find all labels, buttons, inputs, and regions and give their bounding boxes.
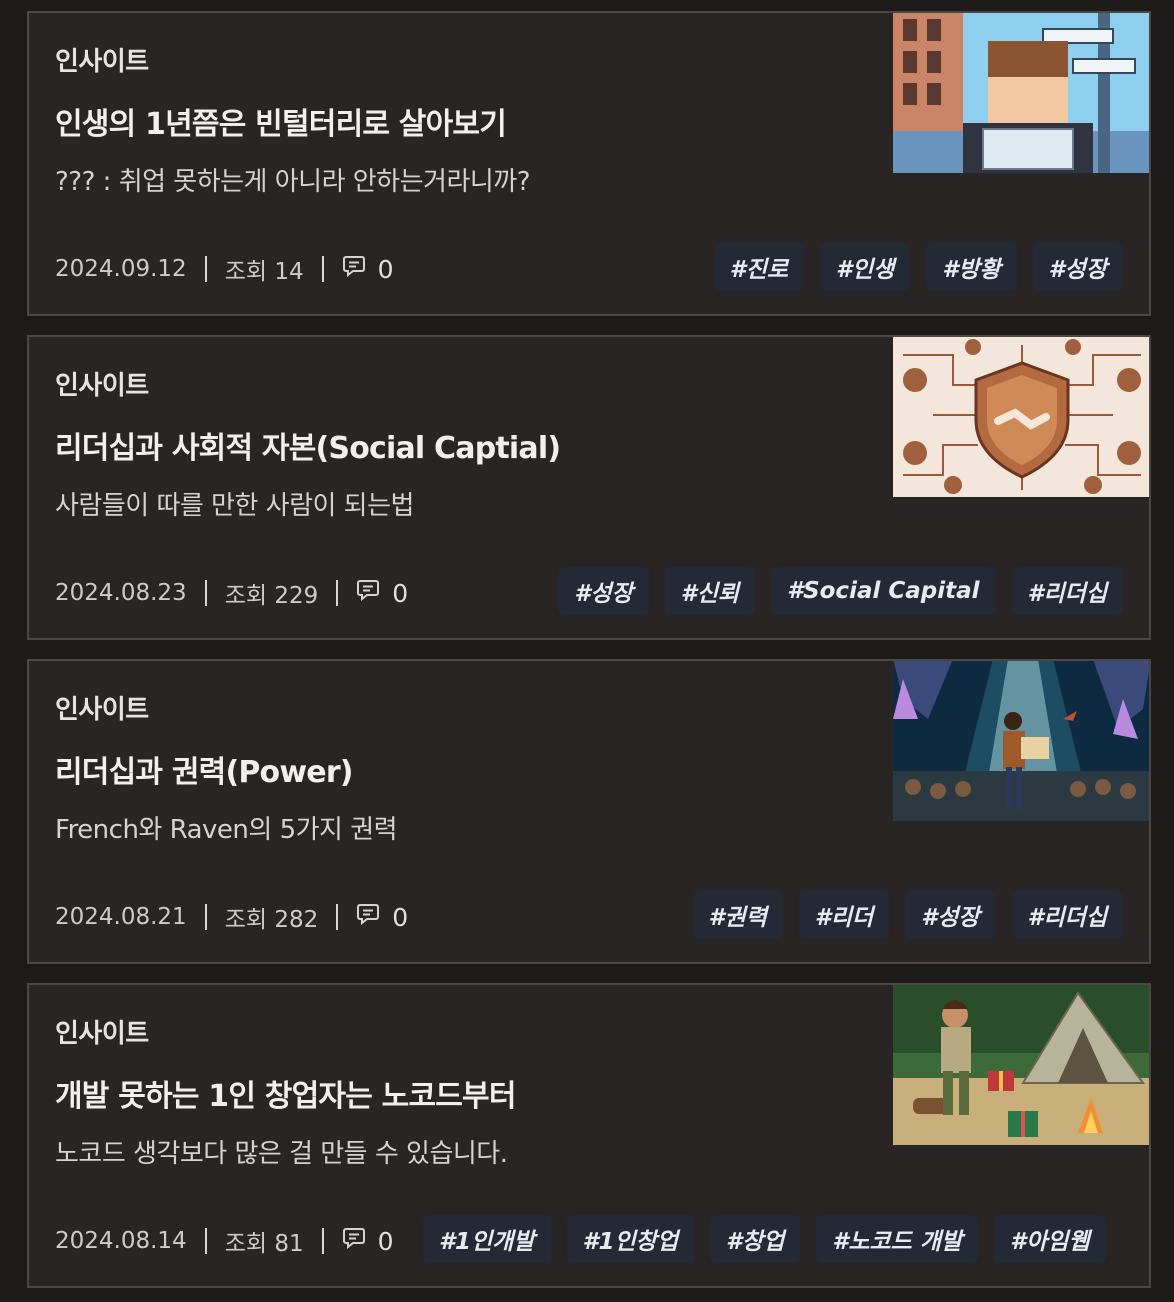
meta-divider <box>204 904 207 930</box>
comment-icon <box>356 579 380 607</box>
post-title[interactable]: 인생의 1년쯤은 빈털터리로 살아보기 <box>55 99 507 143</box>
post-category: 인사이트 <box>55 47 149 77</box>
meta-divider <box>321 256 324 282</box>
meta-divider <box>321 1228 324 1254</box>
tag[interactable]: #신뢰 <box>664 567 756 615</box>
comment-icon <box>342 1227 366 1255</box>
post-date: 2024.08.23 <box>55 580 187 606</box>
tag[interactable]: #진로 <box>713 243 805 291</box>
post-title[interactable]: 리더십과 사회적 자본(Social Captial) <box>55 423 561 467</box>
post-meta: 2024.08.21 조회 282 0 <box>55 899 408 935</box>
comment-count: 0 <box>377 254 394 284</box>
post-title[interactable]: 개발 못하는 1인 창업자는 노코드부터 <box>55 1071 516 1115</box>
post-card[interactable]: 인사이트 리더십과 권력(Power) French와 Raven의 5가지 권… <box>27 659 1151 964</box>
comment-icon <box>342 255 366 283</box>
post-summary: French와 Raven의 5가지 권력 <box>55 815 398 845</box>
tag[interactable]: #성장 <box>1032 243 1123 291</box>
comment-icon <box>356 903 380 931</box>
tag[interactable]: #아임웹 <box>994 1215 1106 1263</box>
tag[interactable]: #창업 <box>710 1215 801 1263</box>
tag-list: #1인개발 #1인창업 #창업 #노코드 개발 #아임웹 <box>423 1215 1106 1263</box>
post-date: 2024.09.12 <box>55 256 187 282</box>
meta-divider <box>204 580 207 606</box>
tag-list: #성장 #신뢰 #Social Capital #리더십 <box>558 567 1123 615</box>
post-summary: 노코드 생각보다 많은 걸 만들 수 있습니다. <box>55 1139 508 1169</box>
tag[interactable]: #리더 <box>798 891 890 939</box>
post-date: 2024.08.21 <box>55 904 187 930</box>
tag[interactable]: #노코드 개발 <box>816 1215 979 1263</box>
post-views: 조회 14 <box>224 259 304 285</box>
tag[interactable]: #방황 <box>926 243 1017 291</box>
post-thumbnail[interactable] <box>893 985 1149 1145</box>
tag[interactable]: #인생 <box>820 243 911 291</box>
post-thumbnail[interactable] <box>893 337 1149 497</box>
comment-count: 0 <box>392 902 409 932</box>
post-title[interactable]: 리더십과 권력(Power) <box>55 747 354 791</box>
tag[interactable]: #1인창업 <box>566 1215 694 1263</box>
meta-divider <box>204 256 207 282</box>
tag[interactable]: #1인개발 <box>423 1215 551 1263</box>
comment-count: 0 <box>377 1226 394 1256</box>
tag[interactable]: #Social Capital <box>771 567 996 615</box>
tag[interactable]: #성장 <box>558 567 649 615</box>
post-views: 조회 229 <box>224 583 319 609</box>
tag[interactable]: #리더십 <box>1011 567 1123 615</box>
post-date: 2024.08.14 <box>55 1228 187 1254</box>
post-card[interactable]: 인사이트 인생의 1년쯤은 빈털터리로 살아보기 ??? : 취업 못하는게 아… <box>27 11 1151 316</box>
meta-divider <box>336 580 339 606</box>
post-category: 인사이트 <box>55 371 149 401</box>
tag-list: #진로 #인생 #방황 #성장 <box>713 243 1123 291</box>
post-meta: 2024.08.23 조회 229 0 <box>55 575 408 611</box>
post-category: 인사이트 <box>55 695 149 725</box>
tag[interactable]: #성장 <box>905 891 996 939</box>
post-thumbnail[interactable] <box>893 661 1149 821</box>
meta-divider <box>204 1228 207 1254</box>
post-meta: 2024.08.14 조회 81 0 <box>55 1223 394 1259</box>
post-summary: 사람들이 따를 만한 사람이 되는법 <box>55 491 414 521</box>
post-summary: ??? : 취업 못하는게 아니라 안하는거라니까? <box>55 167 531 197</box>
post-meta: 2024.09.12 조회 14 0 <box>55 251 394 287</box>
comment-count: 0 <box>392 578 409 608</box>
post-card[interactable]: 인사이트 리더십과 사회적 자본(Social Captial) 사람들이 따를… <box>27 335 1151 640</box>
post-category: 인사이트 <box>55 1019 149 1049</box>
post-thumbnail[interactable] <box>893 13 1149 173</box>
post-views: 조회 81 <box>224 1231 304 1257</box>
post-card[interactable]: 인사이트 개발 못하는 1인 창업자는 노코드부터 노코드 생각보다 많은 걸 … <box>27 983 1151 1288</box>
tag[interactable]: #리더십 <box>1011 891 1123 939</box>
meta-divider <box>336 904 339 930</box>
post-views: 조회 282 <box>224 907 319 933</box>
tag-list: #권력 #리더 #성장 #리더십 <box>692 891 1123 939</box>
tag[interactable]: #권력 <box>692 891 783 939</box>
